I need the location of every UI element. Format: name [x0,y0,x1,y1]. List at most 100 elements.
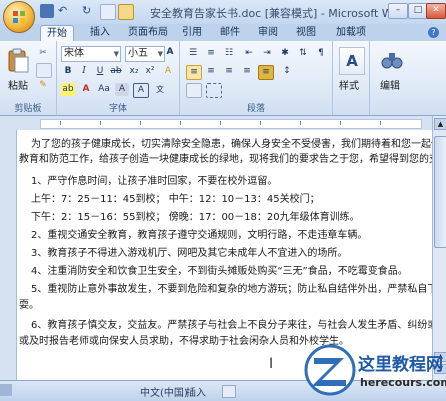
ruler-tick [60,121,61,125]
editing-group: 编辑 [370,41,414,115]
tab-add-ins[interactable]: 加载项 [330,25,372,40]
paragraph-group: ☰ ≡ ☷ ⇤ ⇥ ✱ ⇅ ¶ ≡ ≡ ≡ ≡ ≡ ↕ 段落 [180,41,333,115]
clipboard-group: 粘贴 ✂ ✎ 剪贴板 [0,41,57,115]
text-cursor-icon: I [269,356,274,372]
doc-line: 为了您的孩子健康成长，切实清除安全隐患，确保人身安全不受侵害，我们期待着和您一起… [31,139,432,150]
asian-layout-icon[interactable]: ✱ [278,47,292,60]
language-status[interactable]: 中文(中国) [140,384,188,399]
tab-insert[interactable]: 插入 [84,25,116,40]
clear-format-icon[interactable]: A [161,65,175,78]
paste-button[interactable] [6,47,30,75]
help-icon[interactable]: ? [428,27,439,38]
ruler-tick [340,121,341,125]
ruler-bar [40,119,422,129]
scroll-thumb[interactable] [434,136,446,248]
window-title: 安全教育告家长书.doc [兼容模式] - Microsoft Word [150,7,411,20]
format-painter-icon[interactable]: ✎ [36,79,50,92]
insert-mode-status[interactable]: 插入 [186,384,206,399]
cut-icon[interactable]: ✂ [36,47,50,60]
subscript-icon[interactable]: x₂ [127,65,141,78]
increase-indent-icon[interactable]: ⇥ [260,47,274,60]
numbering-icon[interactable]: ≡ [204,47,218,60]
watermark-brand: 这里教程网 [358,355,443,375]
sort-icon[interactable]: ⇅ [296,47,310,60]
styles-button[interactable]: A [339,47,365,75]
grow-font-icon[interactable]: A [163,46,177,59]
ruler-tick [220,121,221,125]
scroll-up-icon[interactable]: ▲ [434,118,446,130]
font-group-label: 字体 [108,104,127,114]
tab-references[interactable]: 引用 [176,25,208,40]
line-spacing-icon[interactable]: ↕ [280,65,294,78]
macro-record-icon[interactable] [222,385,236,398]
bullets-icon[interactable]: ☰ [186,47,200,60]
save-icon[interactable] [40,4,54,18]
phonetic-guide-icon[interactable]: 文 [153,83,167,96]
ruler-tick [140,121,141,125]
strikethrough-icon[interactable]: ab [109,65,123,78]
change-case-icon[interactable]: Aa [97,83,111,96]
maximize-button[interactable]: □ [408,3,428,19]
distributed-icon[interactable]: ≡ [258,65,274,80]
office-logo-icon [13,11,25,23]
tab-page-layout[interactable]: 页面布局 [122,25,174,40]
ruler-tick [100,121,101,125]
align-right-icon[interactable]: ≡ [222,65,236,78]
editing-label: 编辑 [380,81,400,92]
font-group: 宋体 ▼ 小五 ▼ A B I U ab x₂ x² A ab A Aa A A… [57,41,180,115]
copy-icon[interactable] [36,63,52,78]
tab-mailings[interactable]: 邮件 [214,25,246,40]
paragraph-group-label: 段落 [246,104,265,114]
open-icon[interactable] [118,4,134,20]
font-name-select[interactable]: 宋体 ▼ [61,46,121,62]
clipboard-group-label: 剪贴板 [14,104,42,114]
doc-line: 2、重视交通安全教育，教育孩子遵守交通规则，文明行路，不走违章车辆。 [31,230,368,241]
tab-review[interactable]: 审阅 [252,25,284,40]
paste-icon [8,48,29,73]
status-bar-edge [0,384,12,396]
watermark-url: herecours.com [360,376,446,389]
vertical-ruler[interactable] [0,130,17,380]
binoculars-icon [381,53,403,69]
title-bar: ↶ ↻ 安全教育告家长书.doc [兼容模式] - Microsoft Word… [0,0,446,25]
doc-line: 4、注重消防安全和饮食卫生安全，不到街头摊贩处购买“三无”食品，不吃霉变食品。 [31,266,408,277]
decrease-indent-icon[interactable]: ⇤ [242,47,256,60]
font-color-icon[interactable]: A [79,83,93,96]
align-center-icon[interactable]: ≡ [204,65,218,78]
print-icon[interactable] [100,4,116,20]
borders-icon[interactable] [206,83,222,98]
styles-group: A 样式 [333,41,370,115]
character-border-icon[interactable]: A [133,83,149,98]
bold-icon[interactable]: B [61,65,75,78]
watermark-logo-icon [304,344,356,396]
tab-view[interactable]: 视图 [290,25,322,40]
font-size-select[interactable]: 小五 ▼ [125,46,165,62]
doc-line: 上午：7：25－11：45到校； 中午：12：10－13：45关校门； [31,194,320,205]
find-button[interactable] [380,47,404,73]
font-size-value: 小五 [128,48,148,59]
undo-icon[interactable]: ↶ [58,4,72,18]
multilevel-list-icon[interactable]: ☷ [222,47,236,60]
doc-line: 耍。 [19,300,39,311]
tab-home[interactable]: 开始 [40,25,74,41]
horizontal-ruler[interactable] [0,116,446,131]
minimize-button[interactable]: – [388,3,408,19]
underline-icon[interactable]: U [93,65,107,78]
ruler-tick [300,121,301,125]
redo-icon[interactable]: ↻ [82,4,96,18]
doc-line: 6、教育孩子慎交友，交益友。严禁孩子与社会上不良分子来往，与社会人发生矛盾、纠纷… [31,320,432,331]
character-shading-icon[interactable]: A [115,83,129,96]
superscript-icon[interactable]: x² [143,65,157,78]
highlight-color-icon[interactable]: ab [61,83,75,96]
ruler-tick [380,121,381,125]
shading-icon[interactable] [186,83,202,98]
justify-icon[interactable]: ≡ [240,65,254,78]
ribbon: 粘贴 ✂ ✎ 剪贴板 宋体 ▼ 小五 ▼ A B I U ab x₂ x² A … [0,41,446,116]
office-button[interactable] [3,1,35,33]
align-left-icon[interactable]: ≡ [186,65,202,80]
show-marks-icon[interactable]: ¶ [314,47,328,60]
close-button[interactable]: ✕ [426,3,446,19]
doc-line: 教育和防范工作，给孩子创造一块健康成长的绿地，现将我们的要求告之于您，希望得到您… [19,154,432,165]
font-name-value: 宋体 [64,48,84,59]
italic-icon[interactable]: I [77,65,91,78]
